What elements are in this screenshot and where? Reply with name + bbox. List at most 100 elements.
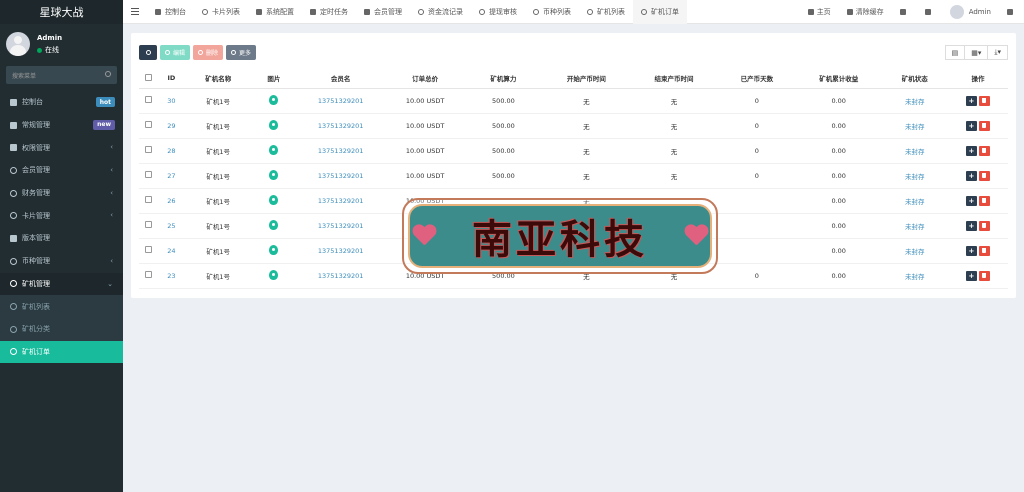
miner-image-icon[interactable]	[269, 94, 279, 105]
delete-row-button[interactable]	[978, 170, 990, 181]
cell-id[interactable]: 23	[158, 263, 185, 289]
sidebar-item-permission[interactable]: 权限管理 ‹	[0, 136, 123, 159]
tab-fund-log[interactable]: 资金流记录	[410, 0, 471, 24]
table-row[interactable]: 27 矿机1号 13751329201 10.00 USDT 500.00 无无 0 0.00…	[139, 163, 1008, 189]
row-checkbox[interactable]	[145, 246, 153, 253]
table-row[interactable]: 28 矿机1号 13751329201 10.00 USDT 500.00 无无 0 0.00…	[139, 138, 1008, 164]
delete-row-button[interactable]	[978, 120, 990, 131]
miner-image-icon[interactable]	[269, 194, 279, 205]
cell-id[interactable]: 26	[158, 188, 185, 214]
more-button[interactable]: 更多	[226, 45, 257, 60]
cell-status[interactable]: 未封存	[881, 238, 948, 264]
add-button[interactable]: +	[965, 120, 977, 131]
sidebar-item-miner[interactable]: 矿机管理 ⌄	[0, 272, 123, 296]
search-icon[interactable]	[105, 71, 111, 77]
add-button[interactable]: +	[965, 170, 977, 181]
tab-currency-list[interactable]: 币种列表	[525, 0, 579, 24]
submenu-item-miner-order[interactable]: 矿机订单	[0, 340, 123, 364]
select-all-checkbox[interactable]	[145, 73, 153, 81]
miner-image-icon[interactable]	[269, 269, 279, 280]
delete-row-button[interactable]	[978, 220, 990, 231]
sidebar-item-card[interactable]: 卡片管理 ‹	[0, 204, 123, 227]
tab-miner-order[interactable]: 矿机订单	[633, 0, 687, 24]
cell-member[interactable]: 13751329201	[295, 163, 386, 189]
sidebar-item-version[interactable]: 版本管理	[0, 227, 123, 250]
row-checkbox[interactable]	[145, 121, 153, 128]
cell-id[interactable]: 24	[158, 238, 185, 264]
tab-card-list[interactable]: 卡片列表	[194, 0, 248, 24]
col-id[interactable]: ID	[158, 69, 185, 89]
row-checkbox[interactable]	[145, 171, 153, 178]
add-button[interactable]: +	[965, 195, 977, 206]
miner-image-icon[interactable]	[269, 119, 279, 130]
sidebar-item-finance[interactable]: 财务管理 ‹	[0, 182, 123, 205]
user-menu[interactable]: Admin	[942, 0, 999, 24]
sidebar-item-currency[interactable]: 币种管理 ‹	[0, 250, 123, 273]
cell-member[interactable]: 13751329201	[295, 238, 386, 264]
row-checkbox[interactable]	[145, 96, 153, 103]
sidebar-item-dashboard[interactable]: 控制台 hot	[0, 91, 123, 114]
miner-image-icon[interactable]	[269, 144, 279, 155]
toggle-view-button[interactable]: ▤	[944, 45, 966, 60]
add-button[interactable]: +	[965, 270, 977, 281]
row-checkbox[interactable]	[145, 146, 153, 153]
settings-button[interactable]	[999, 0, 1024, 24]
miner-image-icon[interactable]	[269, 169, 279, 180]
cell-id[interactable]: 29	[158, 113, 185, 139]
translate-button[interactable]	[892, 0, 917, 24]
fullscreen-button[interactable]	[917, 0, 942, 24]
tab-system-config[interactable]: 系统配置	[248, 0, 302, 24]
cell-status[interactable]: 未封存	[881, 188, 948, 214]
cell-member[interactable]: 13751329201	[295, 88, 386, 114]
miner-image-icon[interactable]	[269, 244, 279, 255]
add-button[interactable]: +	[965, 145, 977, 156]
sidebar-item-general[interactable]: 常规管理 new	[0, 114, 123, 137]
row-checkbox[interactable]	[145, 271, 153, 278]
tab-miner-list[interactable]: 矿机列表	[579, 0, 633, 24]
table-row[interactable]: 29 矿机1号 13751329201 10.00 USDT 500.00 无无 0 0.00…	[139, 113, 1008, 139]
cell-status[interactable]: 未封存	[881, 88, 948, 114]
columns-button[interactable]: ▦▾	[965, 45, 989, 60]
home-link[interactable]: 主页	[800, 0, 839, 24]
cell-status[interactable]: 未封存	[881, 163, 948, 189]
menu-toggle-icon[interactable]	[131, 8, 139, 15]
miner-image-icon[interactable]	[269, 219, 279, 230]
tab-dashboard[interactable]: 控制台	[147, 0, 194, 24]
cell-status[interactable]: 未封存	[881, 263, 948, 289]
add-button[interactable]: +	[965, 95, 977, 106]
row-checkbox[interactable]	[145, 221, 153, 228]
cell-id[interactable]: 27	[158, 163, 185, 189]
table-row[interactable]: 30 矿机1号 13751329201 10.00 USDT 500.00 无无 0 0.00…	[139, 88, 1008, 114]
cell-status[interactable]: 未封存	[881, 138, 948, 164]
row-checkbox[interactable]	[145, 196, 153, 203]
cell-member[interactable]: 13751329201	[295, 213, 386, 239]
delete-row-button[interactable]	[978, 195, 990, 206]
delete-row-button[interactable]	[978, 245, 990, 256]
sidebar-item-member[interactable]: 会员管理 ‹	[0, 159, 123, 182]
delete-row-button[interactable]	[978, 95, 990, 106]
cell-member[interactable]: 13751329201	[295, 138, 386, 164]
cell-id[interactable]: 25	[158, 213, 185, 239]
clear-cache-button[interactable]: 清除缓存	[839, 0, 892, 24]
cell-id[interactable]: 28	[158, 138, 185, 164]
tab-cron[interactable]: 定时任务	[302, 0, 356, 24]
brand-logo[interactable]: 星球大战	[0, 0, 123, 24]
cell-member[interactable]: 13751329201	[295, 263, 386, 289]
submenu-item-miner-category[interactable]: 矿机分类	[0, 318, 123, 341]
delete-row-button[interactable]	[978, 145, 990, 156]
cell-id[interactable]: 30	[158, 88, 185, 114]
tab-withdraw[interactable]: 提现审核	[471, 0, 525, 24]
tab-member[interactable]: 会员管理	[356, 0, 410, 24]
delete-button[interactable]: 删除	[193, 45, 224, 60]
refresh-button[interactable]	[139, 45, 157, 60]
add-button[interactable]: +	[965, 245, 977, 256]
export-button[interactable]: ⤓▾	[988, 45, 1008, 60]
cell-status[interactable]: 未封存	[881, 113, 948, 139]
cell-status[interactable]: 未封存	[881, 213, 948, 239]
search-input[interactable]: 搜索菜单	[6, 66, 117, 84]
cell-member[interactable]: 13751329201	[295, 113, 386, 139]
edit-button[interactable]: 编辑	[160, 45, 191, 60]
cell-member[interactable]: 13751329201	[295, 188, 386, 214]
submenu-item-miner-list[interactable]: 矿机列表	[0, 295, 123, 318]
add-button[interactable]: +	[965, 220, 977, 231]
